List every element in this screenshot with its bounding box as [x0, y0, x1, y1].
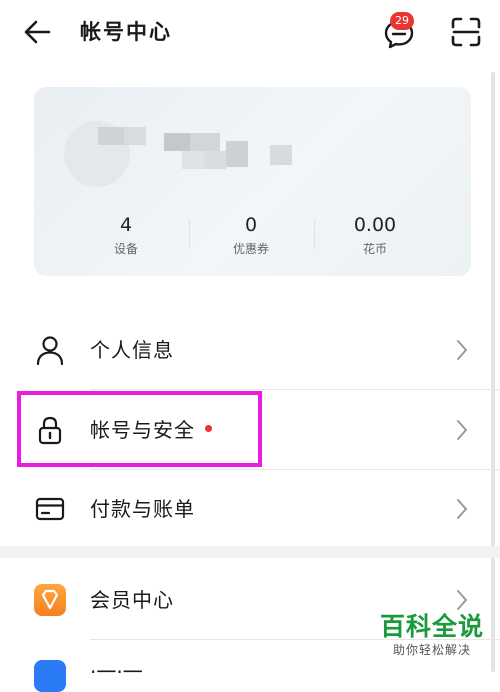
- chevron-right-icon: [457, 420, 467, 440]
- menu-item-payment-bills[interactable]: 付款与账单: [0, 470, 500, 548]
- chevron-right-icon: [457, 340, 467, 360]
- menu-label: 个人信息: [90, 338, 174, 362]
- back-arrow-icon[interactable]: [22, 17, 52, 47]
- profile-card[interactable]: 4 设备 0 优惠券 0.00 花币: [34, 87, 471, 276]
- watermark-subtitle: 助你轻松解决: [392, 643, 471, 657]
- menu-item-personal-info[interactable]: 个人信息: [0, 311, 500, 389]
- page-title: 帐号中心: [80, 20, 172, 44]
- section-gap: [0, 546, 500, 558]
- watermark: 百科全说 助你轻松解决: [370, 612, 494, 658]
- blurred-username: [98, 127, 292, 169]
- stat-value: 0: [244, 214, 258, 236]
- chevron-right-icon: [457, 499, 467, 519]
- top-bar: 帐号中心 29: [0, 0, 500, 64]
- stat-devices[interactable]: 4 设备: [66, 213, 186, 257]
- scan-icon[interactable]: [450, 16, 482, 48]
- stat-huabi[interactable]: 0.00 花币: [315, 213, 435, 257]
- stat-label: 优惠券: [232, 242, 269, 256]
- menu-label: 会员中心: [90, 588, 174, 612]
- stat-divider: [189, 219, 190, 249]
- highlight-box: [17, 391, 262, 467]
- divider: [90, 389, 500, 390]
- stat-label: 设备: [113, 242, 138, 256]
- message-count-badge: 29: [390, 12, 414, 30]
- stat-label: 花币: [362, 242, 387, 256]
- chevron-right-icon: [457, 590, 467, 610]
- menu-label: ·一·一: [90, 660, 143, 684]
- app-icon: [34, 660, 66, 692]
- watermark-title: 百科全说: [379, 612, 484, 641]
- member-diamond-icon: [34, 584, 66, 616]
- stat-coupons[interactable]: 0 优惠券: [191, 213, 311, 257]
- person-icon: [36, 336, 64, 366]
- stat-value: 0.00: [353, 214, 397, 236]
- credit-card-icon: [35, 497, 65, 521]
- menu-label: 付款与账单: [90, 497, 195, 521]
- stat-value: 4: [119, 214, 133, 236]
